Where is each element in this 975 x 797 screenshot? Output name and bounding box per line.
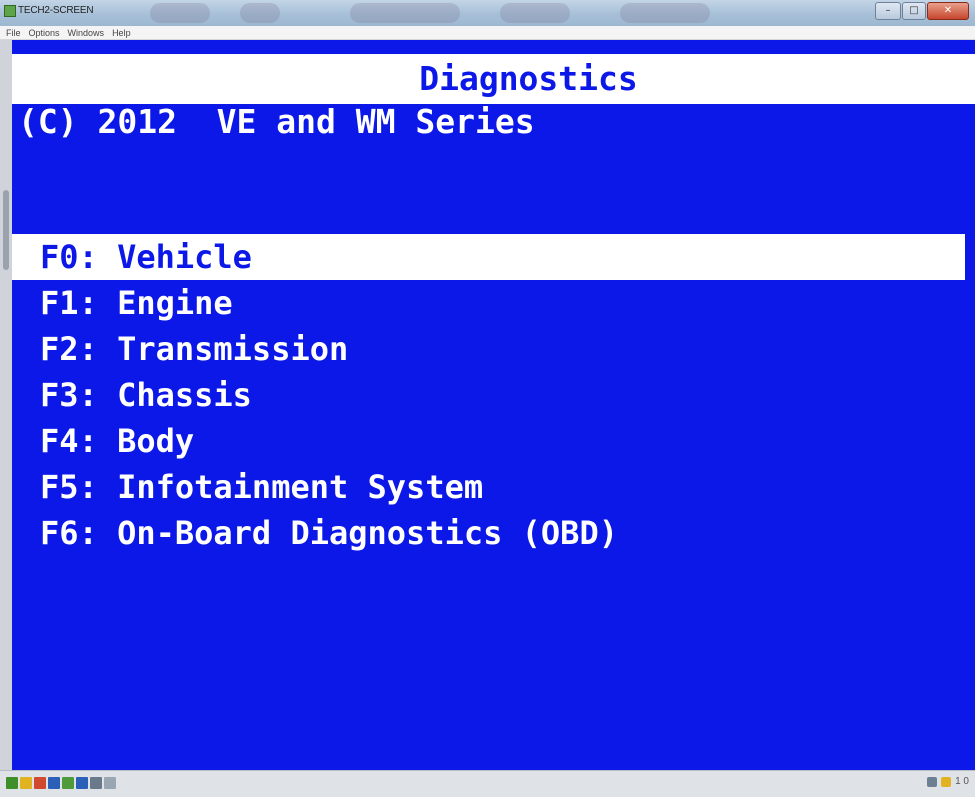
menu-item-body[interactable]: F4: Body [12,418,975,464]
menu-item-label: Chassis [117,376,252,414]
menu-item-engine[interactable]: F1: Engine [12,280,975,326]
menu-item-infotainment[interactable]: F5: Infotainment System [12,464,975,510]
title-bar[interactable]: TECH2-SCREEN – □ ✕ [0,0,975,26]
clock[interactable]: 1 0 [955,776,969,787]
system-tray: 1 0 [927,776,969,787]
app-icon [4,5,16,17]
menu-item-vehicle[interactable]: F0: Vehicle [12,234,965,280]
taskbar: 1 0 [0,770,975,797]
grid-icon[interactable] [48,777,60,789]
window-icon[interactable] [76,777,88,789]
menu-item-key: F2: [40,330,98,368]
scroll-thumb[interactable] [3,190,9,270]
minimize-button[interactable]: – [875,2,901,20]
network-icon[interactable] [6,777,18,789]
left-scroll-strip[interactable] [0,40,12,770]
menu-item-label: Engine [117,284,233,322]
close-button[interactable]: ✕ [927,2,969,20]
menu-item-key: F0: [40,238,98,276]
menu-item-transmission[interactable]: F2: Transmission [12,326,975,372]
menu-item-key: F5: [40,468,98,506]
menu-item-obd[interactable]: F6: On-Board Diagnostics (OBD) [12,510,975,556]
tech2-window: TECH2-SCREEN – □ ✕ File Options Windows … [0,0,975,797]
power-icon[interactable] [941,776,952,787]
folder-icon[interactable] [20,777,32,789]
menu-item-key: F6: [40,514,98,552]
menu-item-chassis[interactable]: F3: Chassis [12,372,975,418]
settings-icon[interactable] [104,777,116,789]
menu-item-label: Transmission [117,330,349,368]
menu-item-key: F3: [40,376,98,414]
transfer-icon[interactable] [62,777,74,789]
diagnostics-menu: F0: Vehicle F1: Engine F2: Transmission … [12,234,975,556]
menu-options[interactable]: Options [29,28,60,38]
menu-item-label: Infotainment System [117,468,484,506]
menu-file[interactable]: File [6,28,21,38]
window-controls: – □ ✕ [875,2,969,20]
menu-item-label: Vehicle [117,238,252,276]
app-icon[interactable] [34,777,46,789]
page-subtitle: (C) 2012 VE and WM Series [18,102,535,141]
menu-bar: File Options Windows Help [0,26,975,40]
menu-help[interactable]: Help [112,28,131,38]
menu-item-key: F1: [40,284,98,322]
tech2-screen: Diagnostics (C) 2012 VE and WM Series F0… [12,40,975,770]
taskbar-icons [6,777,116,789]
menu-item-label: On-Board Diagnostics (OBD) [117,514,618,552]
menu-item-label: Body [117,422,195,460]
maximize-button[interactable]: □ [902,2,926,20]
window-title: TECH2-SCREEN [18,5,94,16]
volume-icon[interactable] [927,776,938,787]
menu-windows[interactable]: Windows [68,28,105,38]
swap-icon[interactable] [90,777,102,789]
page-title: Diagnostics [12,54,975,104]
menu-item-key: F4: [40,422,98,460]
